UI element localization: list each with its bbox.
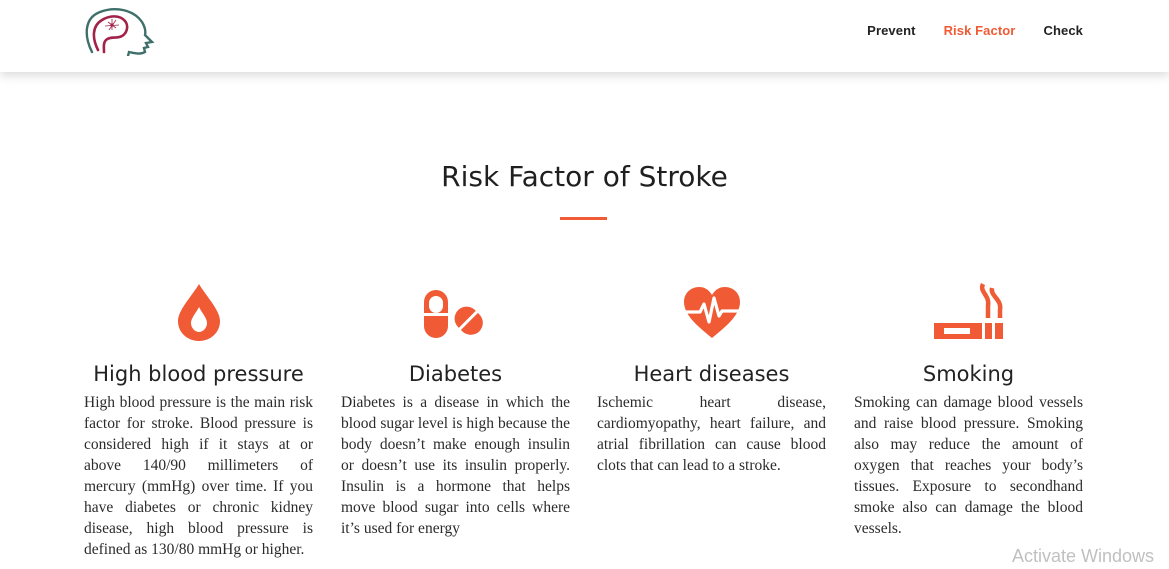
cigarette-icon [933,282,1003,339]
card-description: Smoking can damage blood vessels and rai… [854,394,1083,537]
risk-card-smoking: Smoking Smoking can damage blood vessels… [854,282,1083,539]
nav-item-prevent[interactable]: Prevent [867,23,915,38]
logo[interactable] [82,6,156,58]
card-title: Heart diseases [633,362,790,386]
blood-drop-icon [177,284,220,341]
pills-icon [423,290,483,338]
card-title: Smoking [922,362,1015,386]
nav-item-risk-factor[interactable]: Risk Factor [944,23,1016,38]
main-nav: Prevent Risk Factor Check [867,23,1083,38]
nav-item-check[interactable]: Check [1043,23,1083,38]
title-underline [560,217,607,220]
card-description: Diabetes is a disease in which the blood… [341,394,570,537]
card-title: High blood pressure [93,362,304,386]
brain-head-logo-icon [85,8,155,58]
risk-card-high-blood-pressure: High blood pressure High blood pressure … [84,282,313,560]
risk-card-diabetes: Diabetes Diabetes is a disease in which … [341,282,570,539]
site-header: Prevent Risk Factor Check [0,0,1169,72]
card-description: High blood pressure is the main risk fac… [84,394,313,558]
heartbeat-icon [682,287,741,338]
card-description: Ischemic heart disease, cardiomyopathy, … [597,394,826,474]
section-title: Risk Factor of Stroke [441,160,728,193]
card-title: Diabetes [408,362,503,386]
risk-card-heart-diseases: Heart diseases Ischemic heart disease, c… [597,282,826,476]
activate-windows-watermark: Activate Windows [1012,546,1155,566]
